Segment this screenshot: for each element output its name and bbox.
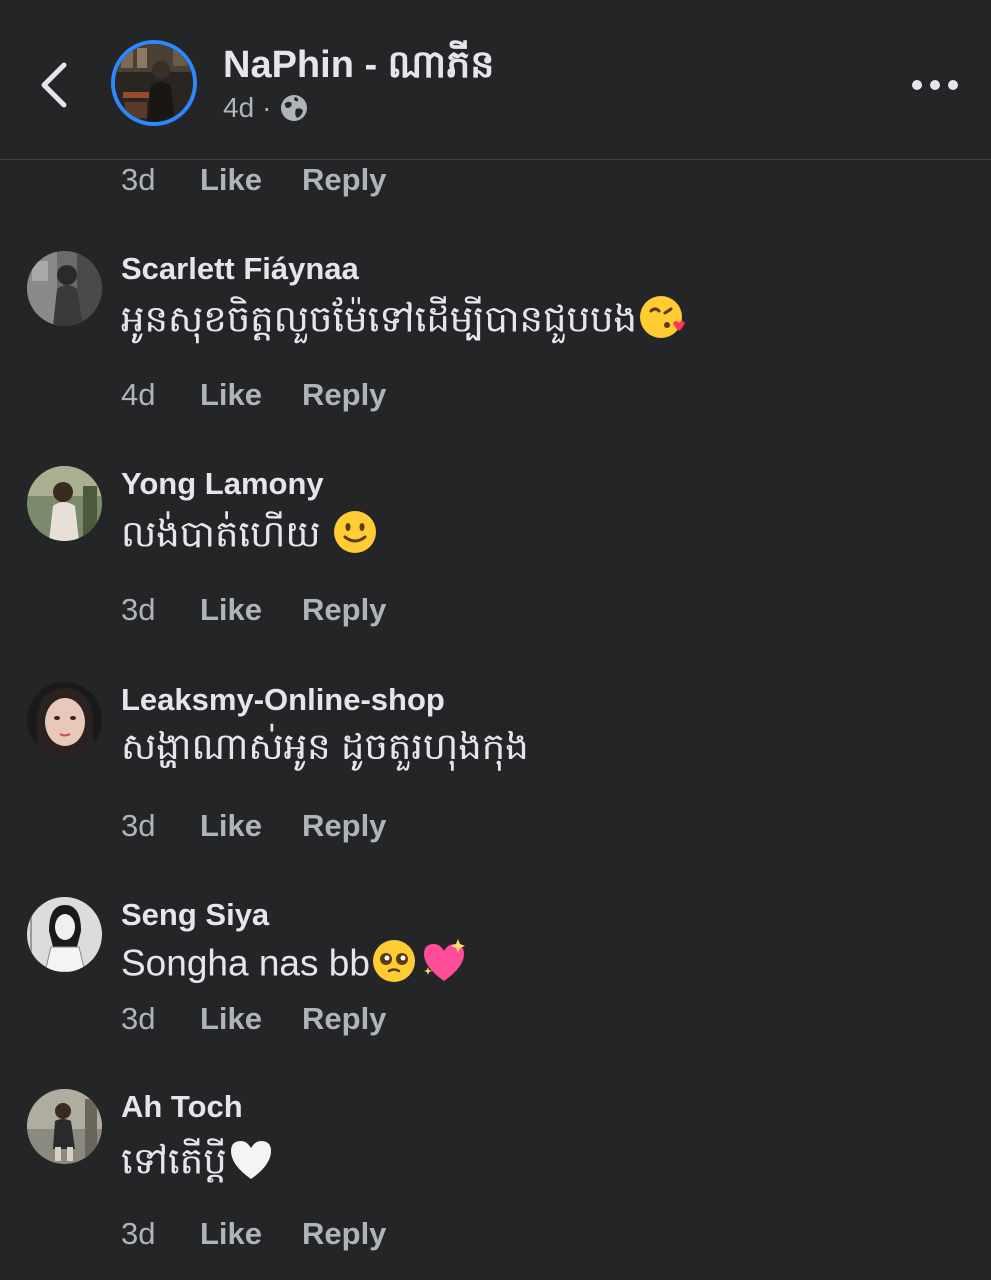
- commenter-avatar[interactable]: [27, 1089, 102, 1164]
- page-name[interactable]: NaPhin - ណាភីន: [223, 40, 494, 96]
- like-button[interactable]: Like: [200, 592, 262, 628]
- comment-text-content: លង់បាត់ហើយ: [121, 513, 331, 555]
- commenter-avatar[interactable]: [27, 251, 102, 326]
- commenter-avatar[interactable]: [27, 682, 102, 757]
- pleading-face-emoji-icon: [370, 937, 418, 994]
- comment-time: 4d: [121, 377, 156, 412]
- globe-icon: [281, 95, 308, 121]
- reply-button[interactable]: Reply: [302, 377, 386, 413]
- comment-text-content: ទៅតើប្ដី: [121, 1140, 227, 1182]
- comment-text: ទៅតើប្ដី: [121, 1135, 275, 1192]
- comment-time: 3d: [121, 162, 156, 197]
- reply-button[interactable]: Reply: [302, 1001, 386, 1037]
- comment-author[interactable]: Leaksmy-Online-shop: [121, 682, 445, 718]
- back-button[interactable]: [30, 55, 80, 115]
- comment-text-content: Songha nas bb: [121, 942, 370, 984]
- comment-author[interactable]: Ah Toch: [121, 1089, 243, 1125]
- comment-time: 3d: [121, 1216, 156, 1251]
- page-avatar[interactable]: [111, 40, 197, 126]
- more-options-button[interactable]: [905, 70, 965, 100]
- comment-text: លង់បាត់ហើយ: [121, 508, 379, 565]
- comment-time: 3d: [121, 1001, 156, 1036]
- white-heart-emoji-icon: [227, 1135, 275, 1192]
- reply-button[interactable]: Reply: [302, 808, 386, 844]
- like-button[interactable]: Like: [200, 808, 262, 844]
- comment-text-content: សង្ហាណាស់អូន ដូចតួរហុងកុង: [121, 726, 529, 767]
- comment-author[interactable]: Yong Lamony: [121, 466, 324, 502]
- meta-separator: ·: [262, 92, 272, 123]
- like-button[interactable]: Like: [200, 1216, 262, 1252]
- comment-author[interactable]: Scarlett Fiáynaa: [121, 251, 359, 287]
- post-meta: 4d ·: [223, 92, 309, 124]
- comment-text-content: អូនសុខចិត្តលួចម៉ែទៅដើម្បីបានជួបបង: [121, 298, 637, 340]
- comment-text: អូនសុខចិត្តលួចម៉ែទៅដើម្បីបានជួបបង: [121, 293, 685, 350]
- commenter-avatar[interactable]: [27, 466, 102, 541]
- more-horizontal-icon: [912, 80, 958, 90]
- like-button[interactable]: Like: [200, 1001, 262, 1037]
- reply-button[interactable]: Reply: [302, 592, 386, 628]
- kissing-heart-emoji-icon: [637, 293, 685, 350]
- reply-button[interactable]: Reply: [302, 162, 386, 198]
- post-header: NaPhin - ណាភីន 4d ·: [0, 0, 991, 160]
- post-age: 4d: [223, 92, 255, 123]
- comment-text: សង្ហាណាស់អូន ដូចតួរហុងកុង: [121, 724, 529, 778]
- comment-time: 3d: [121, 808, 156, 843]
- commenter-avatar[interactable]: [27, 897, 102, 972]
- slight-smile-emoji-icon: [331, 508, 379, 565]
- chevron-left-icon: [41, 62, 67, 108]
- reply-button[interactable]: Reply: [302, 1216, 386, 1252]
- like-button[interactable]: Like: [200, 377, 262, 413]
- comment-text: Songha nas bb: [121, 937, 470, 994]
- sparkling-heart-emoji-icon: [418, 937, 470, 994]
- comment-author[interactable]: Seng Siya: [121, 897, 269, 933]
- comment-time: 3d: [121, 592, 156, 627]
- like-button[interactable]: Like: [200, 162, 262, 198]
